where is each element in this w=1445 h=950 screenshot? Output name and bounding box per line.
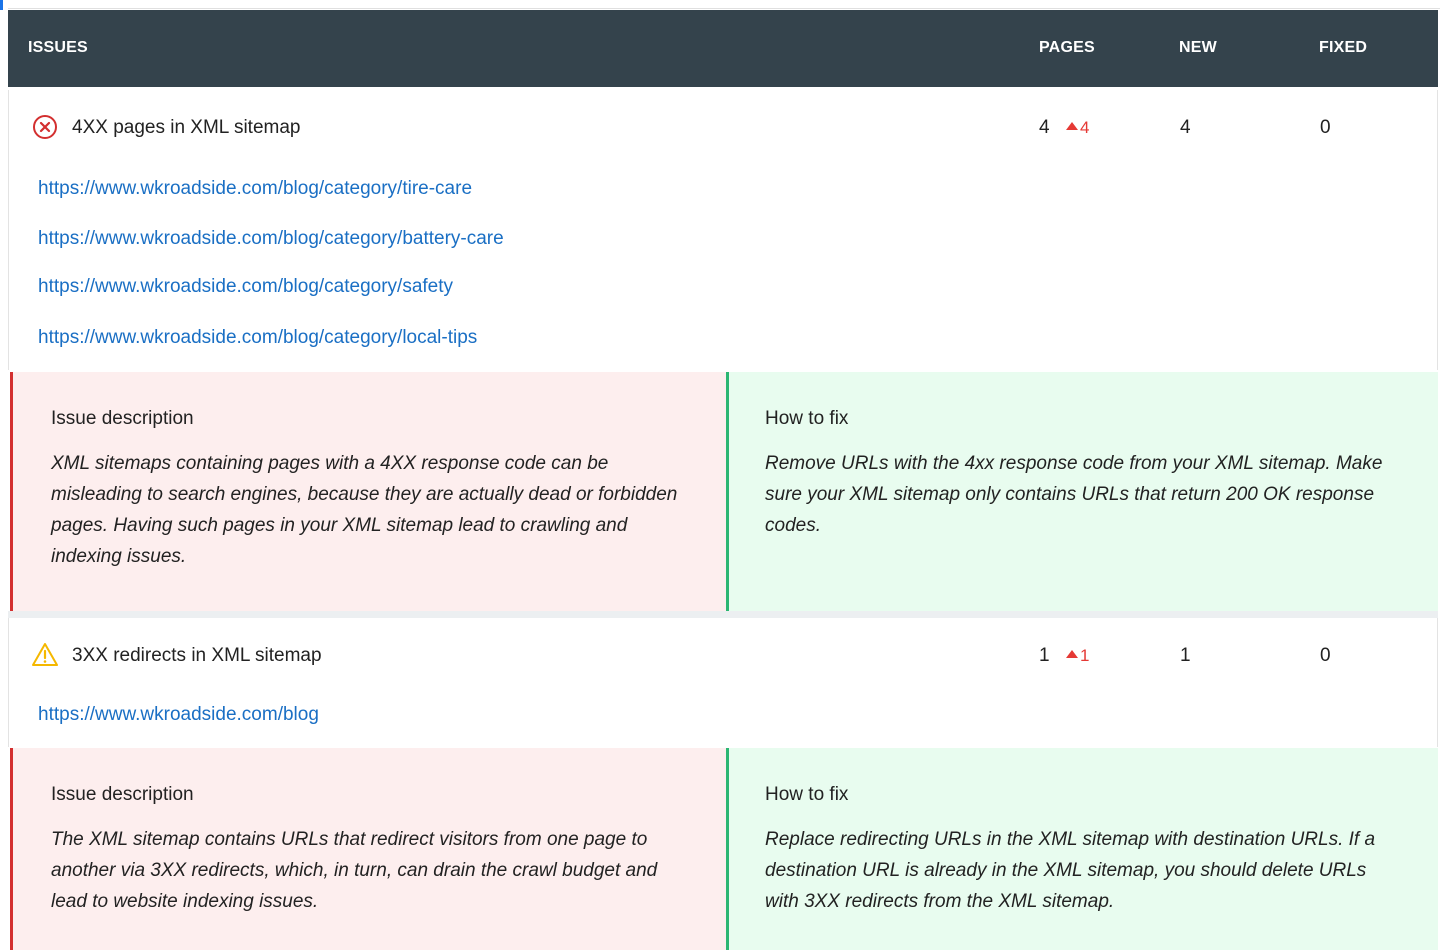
pages-delta: 1 (1066, 646, 1089, 666)
affected-url-link[interactable]: https://www.wkroadside.com/blog/category… (38, 276, 453, 298)
issue-description-title: Issue description (51, 408, 194, 429)
how-to-fix-panel: How to fix Remove URLs with the 4xx resp… (726, 372, 1438, 611)
issue-block-4xx: 4XX pages in XML sitemap 4 4 4 0 https:/… (8, 90, 1438, 370)
issue-block-3xx: 3XX redirects in XML sitemap 1 1 1 0 htt… (8, 618, 1438, 747)
fixed-count: 0 (1320, 645, 1331, 666)
how-to-fix-title: How to fix (765, 784, 849, 805)
issues-table-header: ISSUES PAGES NEW FIXED (8, 10, 1438, 87)
issue-row[interactable]: 3XX redirects in XML sitemap 1 1 1 0 (9, 618, 1437, 678)
affected-url-link[interactable]: https://www.wkroadside.com/blog/category… (38, 228, 504, 250)
error-circle-x-icon (32, 114, 58, 140)
column-header-fixed[interactable]: FIXED (1319, 39, 1367, 57)
new-count: 4 (1180, 117, 1191, 138)
fixed-count: 0 (1320, 117, 1331, 138)
how-to-fix-title: How to fix (765, 408, 849, 429)
how-to-fix-panel: How to fix Replace redirecting URLs in t… (726, 748, 1438, 950)
column-header-issues[interactable]: ISSUES (28, 39, 88, 57)
issue-title[interactable]: 4XX pages in XML sitemap (72, 117, 300, 139)
column-header-new[interactable]: NEW (1179, 39, 1217, 57)
top-accent (0, 0, 3, 10)
issue-description-text: The XML sitemap contains URLs that redir… (51, 829, 658, 912)
increase-arrow-icon (1066, 122, 1078, 130)
issue-description-title: Issue description (51, 784, 194, 805)
increase-arrow-icon (1066, 650, 1078, 658)
new-count: 1 (1180, 645, 1191, 666)
how-to-fix-text: Replace redirecting URLs in the XML site… (765, 829, 1376, 912)
issue-info-3xx: Issue description The XML sitemap contai… (10, 748, 1438, 950)
affected-url-link[interactable]: https://www.wkroadside.com/blog (38, 704, 319, 726)
issue-info-4xx: Issue description XML sitemaps containin… (10, 372, 1438, 611)
affected-url-link[interactable]: https://www.wkroadside.com/blog/category… (38, 327, 477, 349)
issue-description-panel: Issue description XML sitemaps containin… (10, 372, 726, 611)
top-divider (8, 8, 1440, 9)
how-to-fix-text: Remove URLs with the 4xx response code f… (765, 453, 1383, 536)
pages-count: 1 (1039, 645, 1050, 666)
column-header-pages[interactable]: PAGES (1039, 39, 1095, 57)
pages-delta: 4 (1066, 118, 1089, 138)
issue-title[interactable]: 3XX redirects in XML sitemap (72, 645, 322, 667)
issue-description-panel: Issue description The XML sitemap contai… (10, 748, 726, 950)
issue-separator (8, 611, 1438, 618)
affected-url-link[interactable]: https://www.wkroadside.com/blog/category… (38, 178, 472, 200)
top-strip (0, 0, 1445, 10)
warning-triangle-icon (32, 642, 58, 668)
pages-count: 4 (1039, 117, 1050, 138)
issue-description-text: XML sitemaps containing pages with a 4XX… (51, 453, 678, 567)
issue-row[interactable]: 4XX pages in XML sitemap 4 4 4 0 (9, 90, 1437, 150)
